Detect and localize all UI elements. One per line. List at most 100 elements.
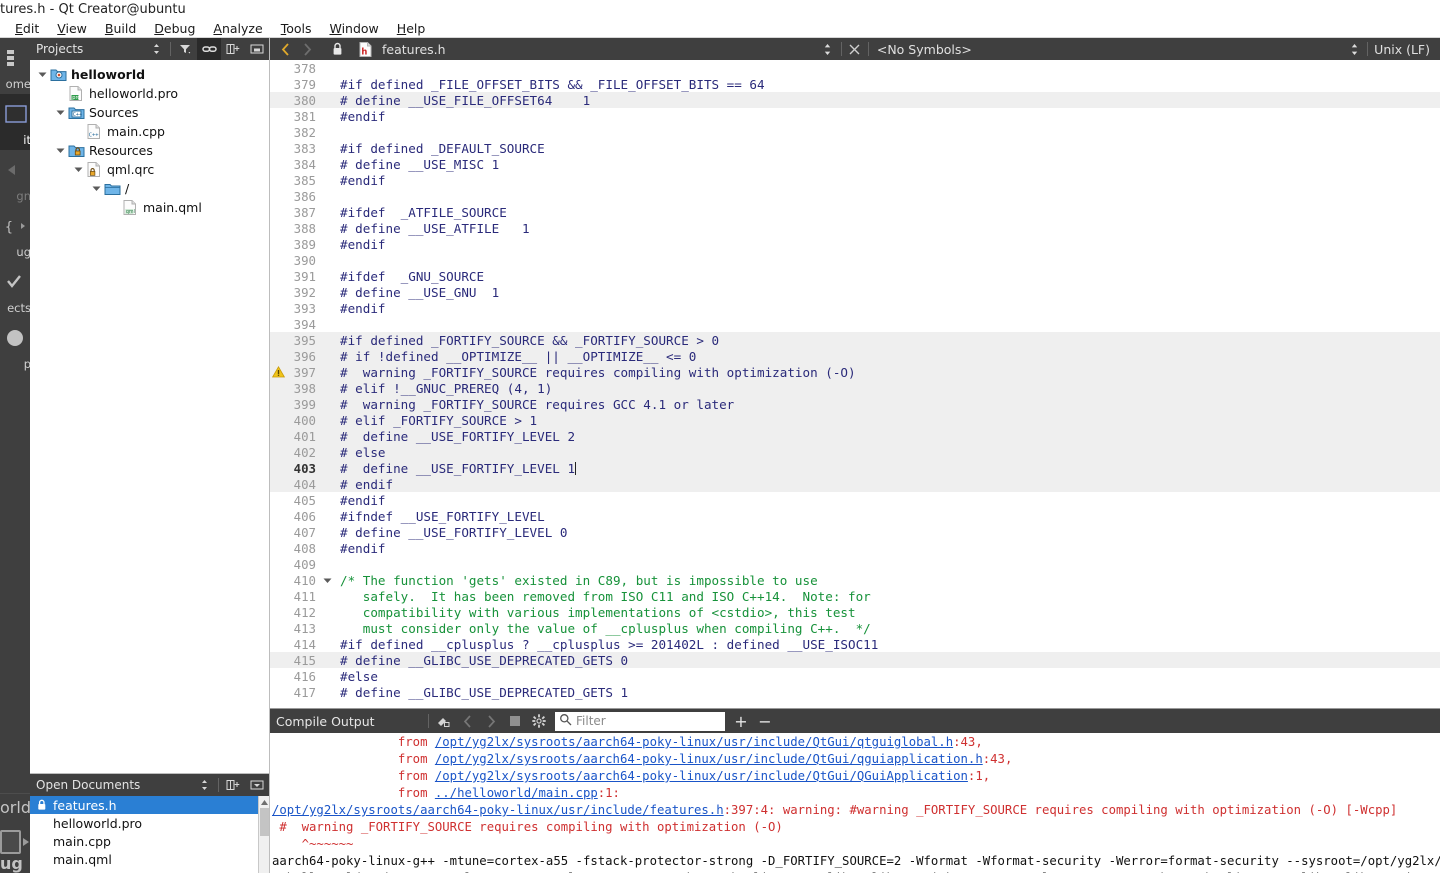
zoom-out-button[interactable]: − [753,709,777,733]
open-document-item[interactable]: helloworld.pro [30,814,269,832]
code-text[interactable]: #endif [334,493,1440,508]
code-text[interactable]: #if defined _FORTIFY_SOURCE && _FORTIFY_… [334,333,1440,348]
open-document-item[interactable]: features.h [30,796,269,814]
output-file-link[interactable]: /opt/yg2lx/sysroots/aarch64-poky-linux/u… [272,803,724,817]
link-icon[interactable] [197,38,221,60]
code-text[interactable]: # define __GLIBC_USE_DEPRECATED_GETS 1 [334,685,1440,700]
code-text[interactable]: # define __USE_FORTIFY_LEVEL 2 [334,429,1440,444]
code-text[interactable]: must consider only the value of __cplusp… [334,621,1440,636]
project-tree[interactable]: helloworld pro helloworld.pro C++ Sources C++… [30,60,269,773]
compile-output-title[interactable]: Compile Output [276,714,426,729]
tree-expander-4[interactable] [54,141,67,160]
tree-expander-6[interactable] [90,179,103,198]
file-lock-icon[interactable] [326,38,348,60]
split-editor-icon[interactable] [221,38,245,60]
line-ending-label[interactable]: Unix (LF) [1374,42,1430,57]
open-document-item[interactable]: main.qml [30,850,269,868]
sync-with-editor-icon[interactable] [144,38,168,60]
menu-item-help[interactable]: Help [388,20,435,38]
mode-projects[interactable]: ects [0,262,30,318]
code-text[interactable]: # warning _FORTIFY_SOURCE requires compi… [334,365,1440,380]
debug-run-label[interactable]: ug [0,854,30,873]
code-text[interactable]: /* The function 'gets' existed in C89, b… [334,573,1440,588]
code-editor[interactable]: 378 379 #if defined _FILE_OFFSET_BITS && _… [270,60,1440,708]
compile-output-text[interactable]: from /opt/yg2lx/sysroots/aarch64-poky-li… [270,733,1440,873]
clear-icon[interactable] [431,709,455,733]
mode-design[interactable]: gn [0,150,30,206]
menu-item-view[interactable]: View [48,20,96,38]
code-text[interactable]: #if defined _DEFAULT_SOURCE [334,141,1440,156]
tree-expander-2[interactable] [54,103,67,122]
next-item-icon[interactable] [479,709,503,733]
stop-icon[interactable] [503,709,527,733]
filter-input[interactable]: Filter [555,711,725,731]
code-text[interactable]: #ifdef _ATFILE_SOURCE [334,205,1440,220]
code-text[interactable]: #endif [334,109,1440,124]
code-text[interactable]: # define __USE_FILE_OFFSET64 1 [334,93,1440,108]
code-text[interactable]: # define __USE_MISC 1 [334,157,1440,172]
mode-debug[interactable]: {ug [0,206,30,262]
navigate-back-icon[interactable] [274,38,296,60]
code-text[interactable]: # define __USE_FORTIFY_LEVEL 1 [334,461,1440,476]
tree-expander-5[interactable] [72,160,85,179]
sort-documents-icon[interactable] [192,774,216,796]
menu-item-debug[interactable]: Debug [145,20,204,38]
tree-item-main-cpp[interactable]: C++ main.cpp [30,122,269,141]
symbol-selector[interactable]: <No Symbols> [877,42,972,57]
run-button-row[interactable] [0,820,30,854]
code-text[interactable]: #ifdef _GNU_SOURCE [334,269,1440,284]
code-text[interactable]: # else [334,445,1440,460]
code-text[interactable]: #else [334,669,1440,684]
code-text[interactable]: # warning _FORTIFY_SOURCE requires GCC 4… [334,397,1440,412]
code-text[interactable]: compatibility with various implementatio… [334,605,1440,620]
menu-item-tools[interactable]: Tools [272,20,321,38]
editor-filename[interactable]: features.h [382,42,446,57]
zoom-in-button[interactable]: + [729,709,753,733]
run-controls[interactable]: orld ug [0,793,30,873]
open-documents-list[interactable]: features.h helloworld.pro main.cpp main.qml [30,796,269,873]
run-button[interactable] [0,830,21,854]
minimize-panel-icon[interactable] [245,38,269,60]
kit-selector-label[interactable]: orld [0,798,30,817]
tree-item-[interactable]: / [30,179,269,198]
code-text[interactable]: # elif !__GNUC_PREREQ (4, 1) [334,381,1440,396]
tree-item-main-qml[interactable]: qml main.qml [30,198,269,217]
warning-marker-icon[interactable] [270,364,286,380]
run-arrow-icon[interactable] [23,838,29,846]
code-text[interactable]: # define __USE_GNU 1 [334,285,1440,300]
code-text[interactable]: #ifndef __USE_FORTIFY_LEVEL [334,509,1440,524]
tree-expander-0[interactable] [36,65,49,84]
scrollbar-thumb[interactable] [260,808,269,836]
code-text[interactable]: safely. It has been removed from ISO C11… [334,589,1440,604]
tree-item-helloworld-pro[interactable]: pro helloworld.pro [30,84,269,103]
code-text[interactable]: # elif _FORTIFY_SOURCE > 1 [334,413,1440,428]
menu-item-build[interactable]: Build [96,20,145,38]
open-document-item[interactable]: main.cpp [30,832,269,850]
menu-item-window[interactable]: Window [320,20,387,38]
code-text[interactable]: # endif [334,477,1440,492]
line-ending-dropdown-icon[interactable] [1343,38,1365,60]
code-text[interactable]: #if defined __cplusplus ? __cplusplus >=… [334,637,1440,652]
code-text[interactable]: #endif [334,237,1440,252]
menu-item-analyze[interactable]: Analyze [204,20,271,38]
mode-edit[interactable]: it [0,94,30,150]
output-file-link[interactable]: ../helloworld/main.cpp [435,786,598,800]
scroll-up-icon[interactable] [260,797,269,807]
minimize-panel-icon[interactable] [245,774,269,796]
previous-item-icon[interactable] [455,709,479,733]
code-text[interactable]: # if !defined __OPTIMIZE__ || __OPTIMIZE… [334,349,1440,364]
code-text[interactable]: #endif [334,173,1440,188]
menu-item-edit[interactable]: Edit [6,20,48,38]
code-text[interactable]: # define __GLIBC_USE_DEPRECATED_GETS 0 [334,653,1440,668]
output-file-link[interactable]: /opt/yg2lx/sysroots/aarch64-poky-linux/u… [435,735,953,749]
tree-item-resources[interactable]: Resources [30,141,269,160]
split-editor-icon[interactable] [221,774,245,796]
open-documents-scrollbar[interactable] [258,796,269,873]
code-text[interactable]: #endif [334,301,1440,316]
navigate-forward-icon[interactable] [296,38,318,60]
mode-welcome[interactable]: ome [0,38,30,94]
code-text[interactable]: # define __USE_FORTIFY_LEVEL 0 [334,525,1440,540]
tree-item-sources[interactable]: C++ Sources [30,103,269,122]
output-file-link[interactable]: /opt/yg2lx/sysroots/aarch64-poky-linux/u… [435,769,968,783]
mode-selector-bar[interactable]: ome it gn{ug ects p orld ug [0,38,30,873]
